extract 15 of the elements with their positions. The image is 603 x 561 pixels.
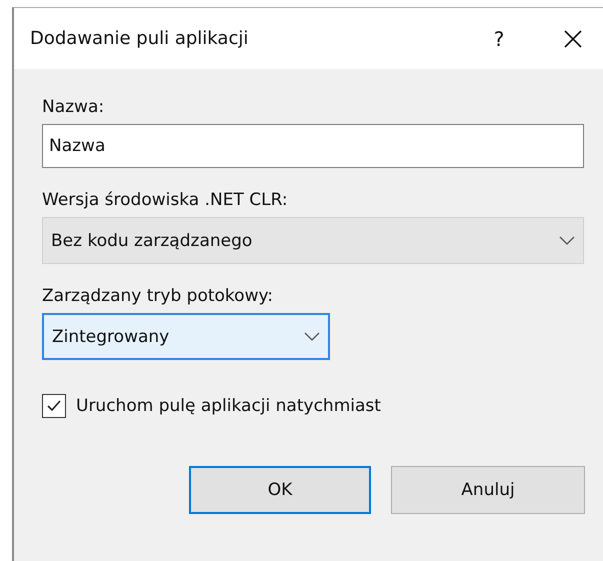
cancel-button[interactable]: Anuluj [391,466,585,514]
input-field[interactable]: Nazwa [42,124,584,168]
close-button[interactable] [563,28,583,48]
field-label: Wersja środowiska .NET CLR: [42,190,288,210]
help-button[interactable]: ? [479,26,519,50]
checkbox-label: Uruchom pulę aplikacji natychmiast [76,396,381,416]
checkbox[interactable] [42,394,66,418]
field-label: Zarządzany tryb potokowy: [42,286,274,306]
window-title: Dodawanie puli aplikacji [30,28,250,49]
ok-button[interactable]: OK [189,466,371,514]
dropdown[interactable]: Zintegrowany [42,313,330,360]
chevron-icon [304,332,320,341]
dropdown[interactable]: Bez kodu zarządzanego [42,217,584,264]
chevron-icon [559,236,575,245]
field-label: Nazwa: [42,97,104,117]
